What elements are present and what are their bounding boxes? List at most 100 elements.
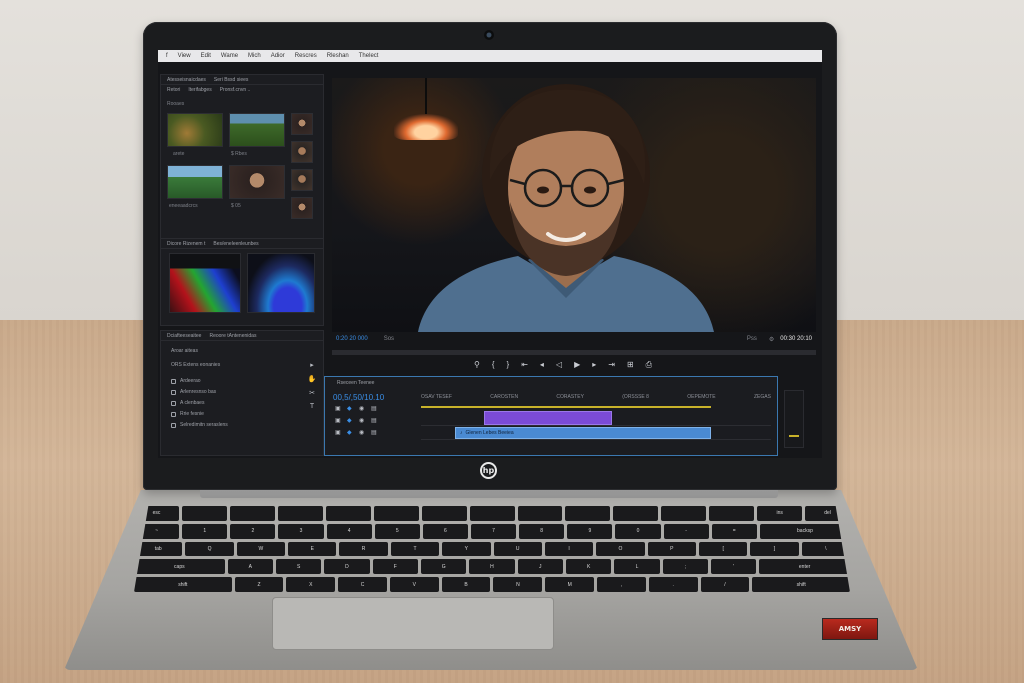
insert-icon[interactable]: ⊞	[627, 360, 634, 370]
subtab-1[interactable]: Iterifabges	[188, 87, 211, 93]
keyboard-key[interactable]: 6	[422, 523, 468, 539]
timeline-ruler[interactable]: OSAV TESEF CAROSTEN CORASTEY (ORSSSE 8 OEPEM…	[421, 394, 771, 400]
effect-item[interactable]: Ardeerao	[171, 377, 201, 385]
keyboard-key[interactable]: 2	[230, 523, 276, 539]
keyboard-key[interactable]	[277, 506, 323, 521]
step-back-icon[interactable]: ◂	[540, 360, 544, 370]
tab-scopes[interactable]: Dicore Rizenem t	[167, 241, 205, 247]
keyboard-key[interactable]: shift	[134, 577, 232, 592]
track-eye-icon[interactable]: ◉	[359, 405, 371, 412]
play-back-icon[interactable]: ◁	[556, 360, 562, 370]
track-mute-icon[interactable]: ▤	[371, 405, 383, 412]
go-to-in-icon[interactable]: ⇤	[521, 360, 528, 370]
keyboard-key[interactable]	[325, 506, 371, 521]
type-tool-icon[interactable]: T	[310, 403, 314, 410]
tab-media-browser[interactable]: Seri Bssd siees	[214, 77, 248, 83]
keyboard-key[interactable]: J	[517, 559, 563, 575]
keyboard-key[interactable]: U	[493, 541, 542, 557]
keyboard-key[interactable]: ,	[597, 577, 646, 592]
keyboard-key[interactable]: ins	[757, 506, 803, 521]
keyboard-key[interactable]: H	[469, 559, 515, 575]
wrench-icon[interactable]: ⚙	[769, 336, 774, 343]
monitor-scrub-bar[interactable]	[332, 350, 816, 355]
menu-item-8[interactable]: Thelect	[359, 53, 379, 59]
track-eye-icon[interactable]: ◉	[359, 417, 371, 424]
keyboard-key[interactable]: backsp	[759, 523, 850, 539]
keyboard-key[interactable]: Y	[442, 541, 491, 557]
export-frame-icon[interactable]: ⎙	[646, 360, 652, 370]
clip-thumbnail-face-3[interactable]	[291, 169, 313, 191]
effects-search[interactable]: Aroar aiteas	[171, 347, 198, 355]
menu-item-4[interactable]: Mich	[248, 53, 261, 59]
sequence-name[interactable]: Rseceen Teenee	[337, 380, 374, 386]
menu-item-0[interactable]: f	[166, 53, 168, 59]
playhead-timecode[interactable]: 0:20 20 000	[336, 336, 368, 342]
keyboard-key[interactable]: 5	[374, 523, 420, 539]
keyboard-key[interactable]: S	[276, 559, 322, 575]
effect-item[interactable]: Selredimitn seraslens	[171, 421, 228, 429]
keyboard-key[interactable]	[613, 506, 659, 521]
audio-clip[interactable]: ♪ Glenen Lebes Beeiea	[455, 427, 711, 439]
menu-item-2[interactable]: Edit	[201, 53, 211, 59]
keyboard-key[interactable]: shift	[752, 577, 850, 592]
subtab-0[interactable]: Retori	[167, 87, 180, 93]
keyboard-key[interactable]: '	[710, 559, 757, 575]
clip-thumbnail-face-4[interactable]	[291, 197, 313, 219]
track-lock-icon[interactable]: ▣	[335, 417, 347, 424]
keyboard-key[interactable]: G	[420, 559, 467, 575]
keyboard-key[interactable]	[229, 506, 275, 521]
keyboard-key[interactable]: 1	[182, 523, 228, 539]
effect-item[interactable]: A clenbaes	[171, 399, 204, 407]
keyboard-key[interactable]: ]	[750, 541, 799, 557]
keyboard-key[interactable]: 7	[470, 523, 517, 539]
keyboard-key[interactable]: N	[493, 577, 543, 592]
menu-item-7[interactable]: Rleshan	[327, 53, 349, 59]
keyboard-key[interactable]: 3	[278, 523, 324, 539]
video-clip[interactable]	[484, 411, 612, 425]
keyboard-key[interactable]: K	[565, 559, 612, 575]
keyboard-key[interactable]: .	[648, 577, 698, 592]
track-mute-icon[interactable]: ▤	[371, 429, 383, 436]
keyboard-key[interactable]: B	[441, 577, 491, 592]
track-lock-icon[interactable]: ▣	[335, 405, 347, 412]
effect-item[interactable]: Arlenresnso bas	[171, 388, 216, 396]
keyboard-key[interactable]: 8	[519, 523, 565, 539]
keyboard-key[interactable]: C	[338, 577, 387, 592]
step-forward-icon[interactable]: ▸	[592, 360, 596, 370]
play-icon[interactable]: ▶	[574, 360, 580, 370]
track-target-icon[interactable]: ◆	[347, 417, 359, 424]
clip-thumbnail-trees[interactable]	[229, 113, 285, 147]
menu-item-1[interactable]: View	[178, 53, 191, 59]
keyboard-key[interactable]	[709, 506, 755, 521]
tab-project[interactable]: Atesseisnaicdaes	[167, 77, 206, 83]
keyboard-key[interactable]: O	[596, 541, 645, 557]
timeline-timecode[interactable]: 00,5/,50/10.10	[333, 393, 384, 402]
work-area-bar[interactable]	[421, 406, 711, 408]
keyboard-key[interactable]: V	[389, 577, 439, 592]
keyboard-key[interactable]	[421, 506, 467, 521]
keyboard-key[interactable]: L	[614, 559, 660, 575]
clip-thumbnail-forest[interactable]	[167, 113, 223, 147]
keyboard-key[interactable]: A	[227, 559, 273, 575]
selection-tool-icon[interactable]: ▸	[310, 361, 314, 369]
keyboard-key[interactable]: Q	[185, 541, 234, 557]
add-marker-icon[interactable]: ⚲	[474, 360, 480, 370]
keyboard-key[interactable]: R	[339, 541, 388, 557]
keyboard-key[interactable]	[181, 506, 227, 521]
keyboard-key[interactable]: F	[372, 559, 418, 575]
keyboard-key[interactable]: D	[324, 559, 370, 575]
touchpad[interactable]	[272, 597, 554, 650]
program-monitor[interactable]	[332, 78, 816, 332]
keyboard-key[interactable]	[565, 506, 611, 521]
tab-effect-controls[interactable]: Reoore tAntenenidas	[209, 333, 256, 339]
keyboard-key[interactable]: Z	[234, 577, 284, 592]
track-eye-icon[interactable]: ◉	[359, 429, 371, 436]
clip-thumbnail-face-2[interactable]	[291, 141, 313, 163]
timeline-panel[interactable]: Rseceen Teenee 00,5/,50/10.10 OSAV TESEF…	[324, 376, 778, 456]
keyboard-key[interactable]	[517, 506, 563, 521]
clip-thumbnail-interview[interactable]	[229, 165, 285, 199]
effect-item[interactable]: Rrie fesnie	[171, 410, 204, 418]
keyboard-key[interactable]: /	[700, 577, 750, 592]
keyboard-key[interactable]: M	[545, 577, 595, 592]
mark-in-icon[interactable]: {	[492, 360, 495, 370]
